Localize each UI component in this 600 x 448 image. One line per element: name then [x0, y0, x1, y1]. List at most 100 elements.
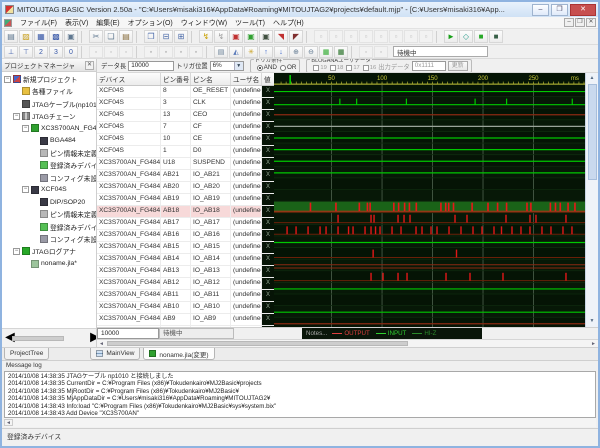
pin-mode-3-button[interactable]: 3 — [49, 46, 63, 58]
waveform-canvas[interactable] — [274, 85, 585, 327]
mdi-minimize-button[interactable]: – — [564, 18, 574, 27]
table-row[interactable]: XC3S700AN_FG484AB19IO_AB19(undefined)X — [97, 194, 274, 206]
device-program-button[interactable]: ▣ — [244, 30, 258, 43]
tree-item-noname-jla[interactable]: noname.jla* — [2, 257, 96, 269]
notes-label[interactable]: Notes... — [306, 330, 327, 337]
scroll-thumb[interactable] — [107, 341, 408, 346]
tree-hscrollbar[interactable]: ◄ ► — [2, 328, 96, 347]
menu-tool[interactable]: ツール(T) — [231, 18, 269, 28]
tab-projecttree[interactable]: ProjectTree — [4, 348, 49, 360]
waveform-vscrollbar[interactable]: ▲ ▼ — [585, 73, 598, 327]
tree-item-xc3s700an[interactable]: −XC3S700AN_FG484 — [2, 122, 96, 134]
scroll-thumb[interactable] — [588, 84, 597, 180]
bit-16-checkbox[interactable] — [363, 65, 369, 71]
scroll-left-icon[interactable]: ◄ — [97, 341, 106, 347]
device-erase-button[interactable]: ▣ — [259, 30, 273, 43]
extra-2-button[interactable]: ▫ — [374, 46, 388, 58]
scroll-down-icon[interactable]: ▼ — [590, 317, 595, 326]
waveform-hscrollbar[interactable]: ◄ ► — [97, 339, 598, 347]
menu-file[interactable]: ファイル(F) — [16, 18, 61, 28]
write-device-button[interactable]: ◥ — [274, 30, 288, 43]
pin-tool-4-button[interactable]: ▫ — [359, 30, 373, 43]
tree-expander-icon[interactable]: − — [22, 186, 29, 193]
bit-18-checkbox[interactable] — [330, 65, 336, 71]
new-button[interactable]: ▤ — [4, 30, 18, 43]
table-row[interactable]: XC3S700AN_FG484AB13IO_AB13(undefined)X — [97, 266, 274, 278]
table-row[interactable]: XC3S700AN_FG484U18SUSPEND(undefined)X — [97, 158, 274, 170]
read-device-button[interactable]: ◤ — [289, 30, 303, 43]
tree-item-pininfo-2[interactable]: ピン情報未定義 — [2, 208, 96, 220]
waveform-panel[interactable]: 50100150200250ms — [274, 73, 585, 327]
pin-tool-2-button[interactable]: ▫ — [329, 30, 343, 43]
logana-sample-button[interactable]: ■ — [474, 30, 488, 43]
table-row[interactable]: XCF04S8OE_RESET(undefined)X — [97, 86, 274, 98]
table-row[interactable]: XC3S700AN_FG484AB21IO_AB21(undefined)X — [97, 170, 274, 182]
table-row[interactable]: XC3S700AN_FG484AB16IO_AB16(undefined)X — [97, 230, 274, 242]
bscan-6-button[interactable]: ▪ — [174, 46, 188, 58]
scroll-left-icon[interactable]: ◄ — [2, 329, 11, 347]
logana-view-1-button[interactable]: ▦ — [319, 46, 333, 58]
logana-stop-button[interactable]: ■ — [489, 30, 503, 43]
scroll-up-button[interactable]: ↑ — [259, 46, 273, 58]
bit-17-checkbox[interactable] — [346, 65, 352, 71]
table-row[interactable]: XC3S700AN_FG484AB11IO_AB11(undefined)X — [97, 290, 274, 302]
table-row[interactable]: XC3S700AN_FG484AB9IO_AB9(undefined)X — [97, 314, 274, 326]
tab-noname-jla----[interactable]: noname.jla(変更) — [143, 348, 214, 360]
tree-item-jtag-logana[interactable]: −JTAGログアナ — [2, 245, 96, 257]
minimize-button[interactable]: – — [532, 4, 549, 16]
table-row[interactable]: XCF04S13CEO(undefined)X — [97, 110, 274, 122]
bscan-5-button[interactable]: ▪ — [159, 46, 173, 58]
save-all-button[interactable]: ▩ — [49, 30, 63, 43]
table-row[interactable]: XCF04S7CF(undefined)X — [97, 122, 274, 134]
pin-tool-8-button[interactable]: ▫ — [419, 30, 433, 43]
mdi-close-button[interactable]: ✕ — [586, 18, 596, 27]
close-button[interactable]: ✕ — [570, 4, 596, 16]
tree-item-config-1[interactable]: コンフィグ未設定 — [2, 171, 96, 183]
wave-capture-button[interactable]: ◭ — [229, 46, 243, 58]
output-data-input[interactable] — [412, 61, 446, 71]
save-button[interactable]: ▦ — [34, 30, 48, 43]
tree-item-jtag-cable[interactable]: JTAGケーブル(np1010) — [2, 98, 96, 110]
copy-button[interactable]: ❏ — [104, 30, 118, 43]
tree-expander-icon[interactable]: − — [4, 76, 11, 83]
table-row[interactable]: XCF04S1D0(undefined)X — [97, 146, 274, 158]
menu-help[interactable]: ヘルプ(H) — [269, 18, 308, 28]
pin-tool-6-button[interactable]: ▫ — [389, 30, 403, 43]
tree-expander-icon[interactable]: − — [22, 125, 29, 132]
tree-expander-icon[interactable]: − — [13, 113, 20, 120]
tree-item-xcf04s[interactable]: −XCF04S — [2, 184, 96, 196]
scroll-up-icon[interactable]: ▲ — [590, 74, 595, 83]
cascade-windows-button[interactable]: ❐ — [144, 30, 158, 43]
mdi-restore-button[interactable]: ❐ — [575, 18, 585, 27]
table-row[interactable]: XC3S700AN_FG484AB20IO_AB20(undefined)X — [97, 182, 274, 194]
scroll-down-button[interactable]: ↓ — [274, 46, 288, 58]
pin-tool-5-button[interactable]: ▫ — [374, 30, 388, 43]
scroll-thumb[interactable] — [12, 336, 64, 341]
table-row[interactable]: XC3S700AN_FG484AB18IO_AB18(undefined)X — [97, 206, 274, 218]
tree-item-new-project[interactable]: −新規プロジェクト — [2, 73, 96, 85]
scroll-right-icon[interactable]: ► — [87, 329, 96, 347]
paste-button[interactable]: ▤ — [119, 30, 133, 43]
pin-tool-7-button[interactable]: ▫ — [404, 30, 418, 43]
tree-item-registered-1[interactable]: 登録済みデバイス — [2, 159, 96, 171]
log-hscrollbar[interactable]: ◄ — [4, 418, 596, 427]
table-row[interactable]: XC3S700AN_FG484AB17IO_AB17(undefined)X — [97, 218, 274, 230]
table-row[interactable]: XC3S700AN_FG484AB12IO_AB12(undefined)X — [97, 278, 274, 290]
pin-set-high-button[interactable]: ⊥ — [4, 46, 18, 58]
wave-new-button[interactable]: ▤ — [214, 46, 228, 58]
extra-1-button[interactable]: ▫ — [359, 46, 373, 58]
connect-cable-button[interactable]: ↯ — [199, 30, 213, 43]
scroll-right-icon[interactable]: ► — [589, 341, 598, 347]
bscan-1-button[interactable]: ▫ — [89, 46, 103, 58]
menu-option[interactable]: オプション(O) — [124, 18, 177, 28]
tile-horizontal-button[interactable]: ⊟ — [159, 30, 173, 43]
tree-item-dip-sop20[interactable]: DIP/SOP20 — [2, 196, 96, 208]
scroll-left-icon[interactable]: ◄ — [4, 419, 13, 426]
tree-item-files[interactable]: 各種ファイル — [2, 85, 96, 97]
tree-item-jtag-chain[interactable]: −JTAGチェーン — [2, 110, 96, 122]
or-radio[interactable] — [280, 65, 286, 71]
table-row[interactable]: XC3S700AN_FG484AB15IO_AB15(undefined)X — [97, 242, 274, 254]
logana-run-button[interactable]: ► — [444, 30, 458, 43]
detect-chain-button[interactable]: ▣ — [229, 30, 243, 43]
trigger-pos-dropdown[interactable]: 6% ▼ — [210, 61, 244, 71]
